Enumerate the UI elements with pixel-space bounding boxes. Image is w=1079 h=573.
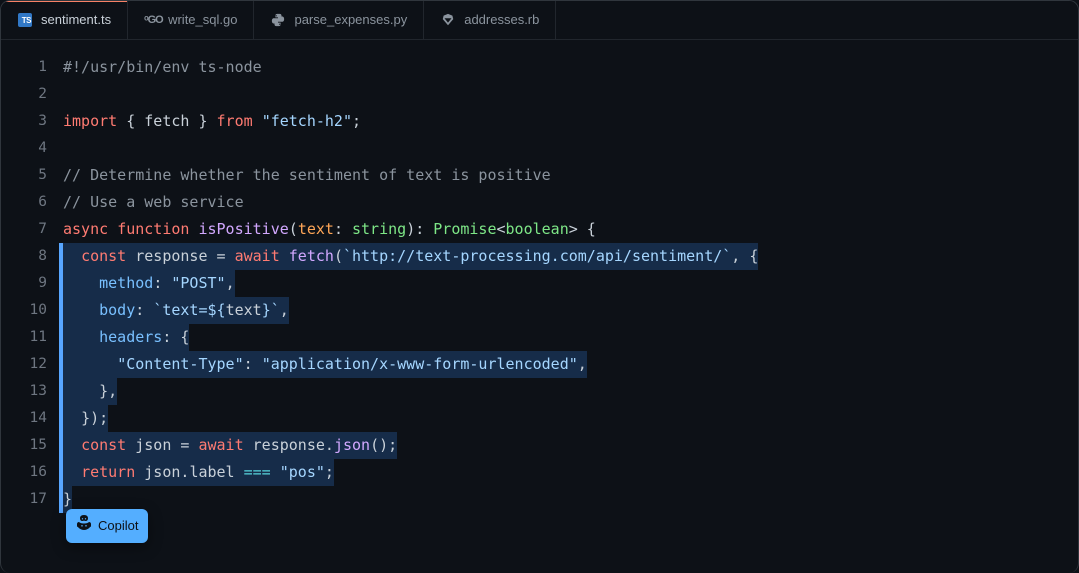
- tab-bar: TS sentiment.ts ᵒGO write_sql.go parse_e…: [1, 1, 1078, 40]
- copilot-badge[interactable]: Copilot: [66, 509, 148, 543]
- code-line: headers: {: [63, 324, 758, 351]
- code-line: const response = await fetch(`http://tex…: [63, 243, 758, 270]
- code-line: },: [63, 378, 758, 405]
- tab-label: write_sql.go: [168, 10, 237, 30]
- code-line: // Use a web service: [63, 189, 758, 216]
- code-line: const json = await response.json();: [63, 432, 758, 459]
- tab-addresses-rb[interactable]: addresses.rb: [424, 1, 556, 39]
- copilot-icon: [76, 515, 92, 537]
- tab-label: sentiment.ts: [41, 10, 111, 30]
- code-line: method: "POST",: [63, 270, 758, 297]
- tab-write-sql-go[interactable]: ᵒGO write_sql.go: [128, 1, 254, 39]
- tab-label: parse_expenses.py: [294, 10, 407, 30]
- editor-window: TS sentiment.ts ᵒGO write_sql.go parse_e…: [0, 0, 1079, 573]
- code-line: return json.label === "pos";: [63, 459, 758, 486]
- code-line: async function isPositive(text: string):…: [63, 216, 758, 243]
- python-icon: [270, 12, 286, 28]
- code-area: 1234567891011121314151617 #!/usr/bin/env…: [1, 40, 1078, 573]
- code-line: });: [63, 405, 758, 432]
- code-line: // Determine whether the sentiment of te…: [63, 162, 758, 189]
- code-line: [63, 135, 758, 162]
- tab-sentiment-ts[interactable]: TS sentiment.ts: [1, 1, 128, 39]
- tab-label: addresses.rb: [464, 10, 539, 30]
- copilot-badge-label: Copilot: [98, 516, 138, 536]
- line-number-gutter: 1234567891011121314151617: [1, 40, 59, 573]
- code-line: }: [63, 486, 758, 513]
- code-line: [63, 81, 758, 108]
- code-line: import { fetch } from "fetch-h2";: [63, 108, 758, 135]
- code-line: "Content-Type": "application/x-www-form-…: [63, 351, 758, 378]
- code-line: body: `text=${text}`,: [63, 297, 758, 324]
- typescript-icon: TS: [17, 12, 33, 28]
- go-icon: ᵒGO: [144, 12, 160, 28]
- tab-parse-expenses-py[interactable]: parse_expenses.py: [254, 1, 424, 39]
- code-line: #!/usr/bin/env ts-node: [63, 54, 758, 81]
- ruby-icon: [440, 12, 456, 28]
- code-content[interactable]: #!/usr/bin/env ts-node import { fetch } …: [59, 40, 758, 573]
